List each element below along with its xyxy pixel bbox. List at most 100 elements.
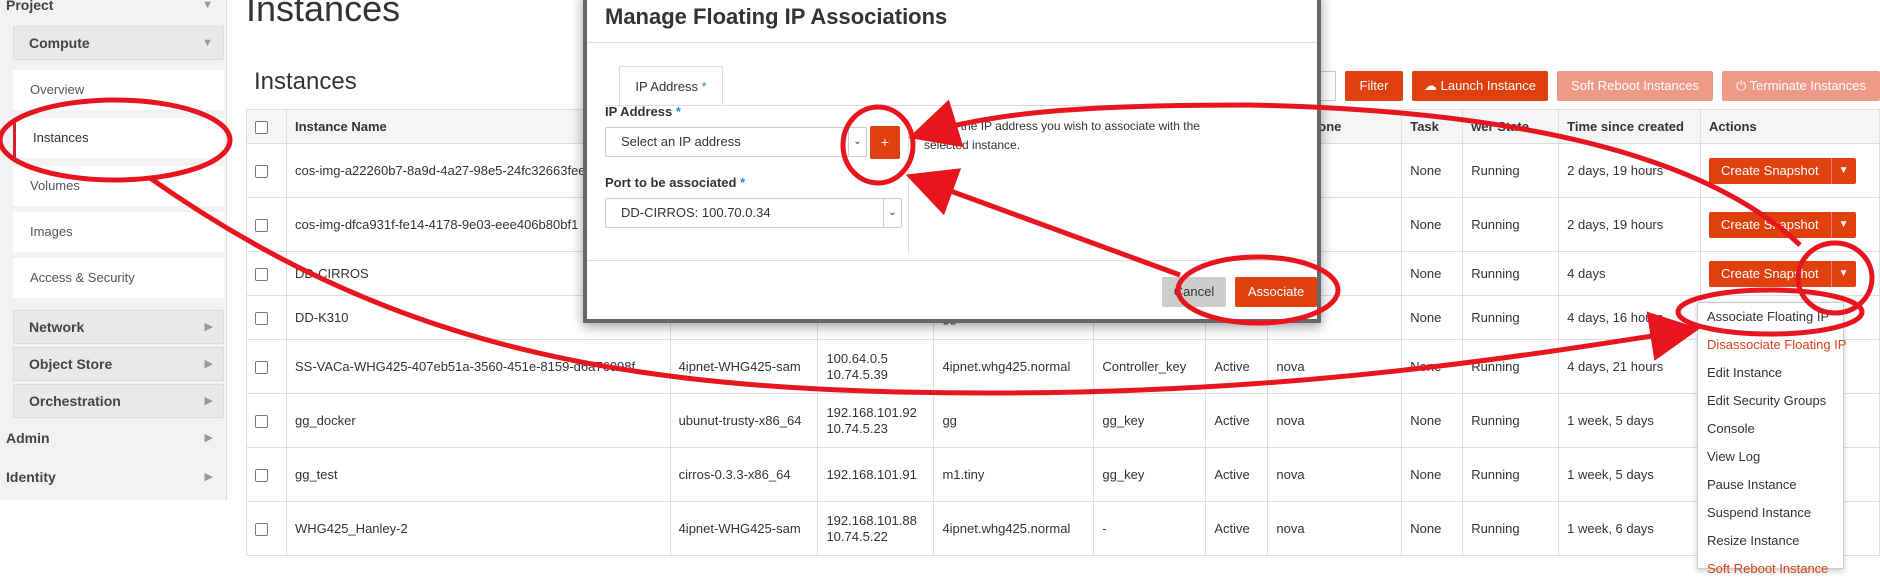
create-snapshot-button[interactable]: Create Snapshot ▼ [1709,211,1856,238]
row-checkbox[interactable] [246,197,287,252]
sidebar-item-images[interactable]: Images [13,212,224,252]
sidebar-item-label: Volumes [30,178,80,193]
ip-address-2: 10.74.5.23 [826,420,888,436]
row-checkbox[interactable] [246,393,287,448]
sidebar: Project ▼ Compute ▼ Overview Instances V… [0,0,227,500]
chevron-right-icon: ▶ [204,395,213,407]
sidebar-project-label: Project [6,0,54,13]
power-state: Running [1462,501,1560,556]
instance-name-link[interactable]: gg_docker [285,393,671,448]
sidebar-project[interactable]: Project ▼ [0,0,227,22]
soft-reboot-instances-button[interactable]: Soft Reboot Instances [1557,71,1713,101]
create-snapshot-button[interactable]: Create Snapshot ▼ [1709,157,1856,184]
size-link[interactable]: gg [933,393,1095,448]
associate-floating-ip-item[interactable]: Associate Floating IP [1698,303,1843,331]
instance-name-link[interactable]: WHG425_Hanley-2 [285,501,671,556]
view-log-item[interactable]: View Log [1698,443,1843,471]
size-link[interactable]: m1.tiny [933,447,1095,502]
sidebar-orchestration[interactable]: Orchestration ▶ [13,384,224,418]
pause-instance-item[interactable]: Pause Instance [1698,471,1843,499]
sidebar-identity-label: Identity [6,469,56,485]
sidebar-object-store-label: Object Store [29,356,113,372]
size-link[interactable]: 4ipnet.whg425.normal [933,501,1095,556]
chevron-down-icon: ▼ [202,0,213,11]
ip-address: 100.64.0.5 10.74.5.39 [817,339,935,394]
terminate-instances-button[interactable]: ⏻ Terminate Instances [1722,71,1880,101]
create-snapshot-label: Create Snapshot [1709,157,1832,184]
time-since-created: 1 week, 5 days [1558,393,1702,448]
floating-ip-modal: Manage Floating IP Associations IP Addre… [583,0,1321,323]
key-pair: gg_key [1093,393,1207,448]
select-all-checkbox[interactable] [246,109,287,144]
disassociate-floating-ip-item[interactable]: Disassociate Floating IP [1698,331,1846,359]
column-header-power-state[interactable]: wer State [1462,109,1560,144]
suspend-instance-item[interactable]: Suspend Instance [1698,499,1843,527]
associate-button[interactable]: Associate [1235,277,1317,307]
sidebar-admin-label: Admin [6,430,50,446]
filter-button[interactable]: Filter [1345,71,1403,101]
terminate-instances-label: Terminate Instances [1749,78,1867,93]
port-label-text: Port to be associated [605,175,737,190]
instance-name-link[interactable]: gg_test [285,447,671,502]
caret-down-icon[interactable]: ▼ [1832,261,1856,287]
row-checkbox[interactable] [246,143,287,198]
divider [587,260,1317,261]
status: Active [1205,393,1269,448]
chevron-right-icon: ▶ [204,432,213,444]
chevron-right-icon: ▶ [204,471,213,483]
sidebar-item-overview[interactable]: Overview [13,70,224,110]
chevron-right-icon: ▶ [204,321,213,333]
row-checkbox[interactable] [246,501,287,556]
power-state: Running [1462,295,1560,340]
console-item[interactable]: Console [1698,415,1843,443]
resize-instance-item[interactable]: Resize Instance [1698,527,1843,555]
create-snapshot-button[interactable]: Create Snapshot ▼ [1709,260,1856,287]
sidebar-compute[interactable]: Compute ▼ [13,26,224,60]
time-since-created: 2 days, 19 hours [1558,143,1702,198]
time-since-created: 4 days [1558,251,1702,296]
sidebar-item-instances[interactable]: Instances [13,118,224,158]
image-name: 4ipnet-WHG425-sam [669,339,819,394]
row-checkbox[interactable] [246,447,287,502]
task: None [1401,197,1464,252]
column-header-time-since-created[interactable]: Time since created [1558,109,1702,144]
caret-down-icon[interactable]: ▼ [1832,212,1856,238]
sidebar-object-store[interactable]: Object Store ▶ [13,347,224,381]
port-select[interactable]: DD-CIRROS: 100.70.0.34 ⌄ [605,198,902,228]
size-link[interactable]: 4ipnet.whg425.normal [933,339,1095,394]
edit-security-groups-item[interactable]: Edit Security Groups [1698,387,1843,415]
ip-address-label: IP Address * [605,104,681,119]
sidebar-identity[interactable]: Identity ▶ [0,460,227,494]
sidebar-item-volumes[interactable]: Volumes [13,166,224,206]
column-header-task[interactable]: Task [1401,109,1464,144]
availability-zone: nova [1267,393,1403,448]
row-checkbox[interactable] [246,295,287,340]
chevron-right-icon: ▶ [204,358,213,370]
sidebar-item-access-security[interactable]: Access & Security [13,258,224,298]
sidebar-admin[interactable]: Admin ▶ [0,421,227,455]
soft-reboot-instance-item[interactable]: Soft Reboot Instance [1698,555,1843,583]
edit-instance-item[interactable]: Edit Instance [1698,359,1843,387]
cancel-button[interactable]: Cancel [1162,277,1226,307]
time-since-created: 4 days, 21 hours [1558,339,1702,394]
ip-address-1: 192.168.101.88 [826,512,917,528]
create-snapshot-label: Create Snapshot [1709,211,1832,238]
launch-instance-button[interactable]: ☁ Launch Instance [1412,71,1548,101]
caret-down-icon[interactable]: ▼ [1832,158,1856,184]
row-checkbox[interactable] [246,251,287,296]
create-snapshot-label: Create Snapshot [1709,260,1832,287]
time-since-created: 1 week, 6 days [1558,501,1702,556]
required-mark: * [740,175,746,190]
task: None [1401,339,1464,394]
ip-address: 192.168.101.88 10.74.5.22 [817,501,935,556]
port-label: Port to be associated * [605,175,745,190]
tab-ip-address[interactable]: IP Address * [619,66,723,106]
instance-name-link[interactable]: SS-VACa-WHG425-407eb51a-3560-451e-8159-d… [285,339,671,394]
row-checkbox[interactable] [246,339,287,394]
sidebar-network[interactable]: Network ▶ [13,310,224,344]
ip-address-select[interactable]: Select an IP address ⌄ [605,127,867,157]
sidebar-orchestration-label: Orchestration [29,393,121,409]
ip-address-1: 100.64.0.5 [826,350,888,366]
availability-zone: nova [1267,501,1403,556]
allocate-ip-button[interactable]: + [870,126,900,159]
